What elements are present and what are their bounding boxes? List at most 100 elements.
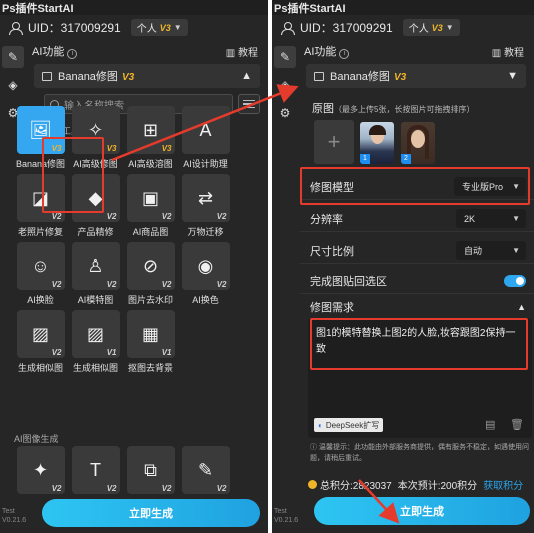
tool-name: AI商品图: [132, 227, 169, 237]
points-estimate: 本次预计:200积分: [397, 480, 478, 492]
tool-name: 图片去水印: [127, 295, 173, 305]
model-dropdown[interactable]: Banana修图 V3 ▼: [306, 64, 526, 88]
design-assistant-icon: A: [199, 119, 212, 140]
request-label: 修图需求: [310, 302, 354, 314]
tool-tile[interactable]: ⊞ V3: [126, 106, 175, 154]
tool-tile[interactable]: ▨ V1: [71, 310, 120, 358]
resolution-row: 分辨率 2K ▼: [300, 206, 534, 232]
persona-label: 个人: [136, 24, 157, 35]
category-image: AI图像生成: [14, 434, 59, 444]
version-label: Test V0.21.6: [274, 508, 299, 524]
info-icon[interactable]: i: [67, 49, 78, 59]
version-badge: V2: [51, 212, 62, 221]
tool-name: AI换脸: [27, 295, 54, 305]
history-icon[interactable]: ▤: [485, 418, 495, 431]
chevron-up-icon[interactable]: ▲: [517, 302, 526, 312]
list-view-button[interactable]: [238, 94, 260, 114]
coin-icon: [308, 479, 317, 489]
persona-select[interactable]: 个人 V3 ▼: [402, 19, 460, 36]
request-row: 修图需求 ▲: [300, 294, 534, 320]
tutorial-link[interactable]: ▥ 教程: [226, 44, 258, 59]
tool-tile[interactable]: ☺ V2: [16, 242, 65, 290]
resolution-select[interactable]: 2K ▼: [456, 209, 526, 228]
tool-tile[interactable]: ▣ V2: [126, 174, 175, 222]
paste-label: 完成图贴回选区: [310, 275, 387, 288]
version-badge: V2: [51, 348, 62, 357]
app-title: Ps插件StartAI: [0, 0, 268, 15]
tool-item[interactable]: ⊞ V3 AI高级溶图: [124, 106, 177, 172]
tutorial-link[interactable]: ▥ 教程: [492, 44, 524, 59]
user-icon: [280, 21, 295, 35]
layers-icon[interactable]: ◈: [2, 74, 24, 96]
tool-tile[interactable]: T V2: [71, 446, 120, 494]
tool-item[interactable]: ♙ V2 AI模特图: [69, 242, 122, 308]
tool-tile[interactable]: ♙ V2: [71, 242, 120, 290]
tool-item[interactable]: ◉ V2 AI换色: [179, 242, 232, 308]
add-image-button[interactable]: +: [314, 120, 354, 164]
no-watermark-icon: ⊘: [142, 255, 159, 276]
trash-icon[interactable]: 🗑: [510, 418, 524, 431]
tool-tile[interactable]: ⊘ V2: [126, 242, 175, 290]
model-badge: V3: [121, 72, 135, 83]
persona-select[interactable]: 个人 V3 ▼: [130, 19, 188, 36]
transfer-icon: ⇄: [197, 187, 214, 208]
tool-item[interactable]: ▨ V2 生成相似图: [14, 310, 67, 376]
deepseek-icon: ◐: [318, 420, 323, 430]
left-panel: Ps插件StartAI UID：317009291 个人 V3 ▼ ✎ ◈ ⚙ …: [0, 0, 268, 533]
tool-item[interactable]: ▨ V1 生成相似图: [69, 310, 122, 376]
points-bar: 总积分:2823037 本次预计:200积分 获取积分: [308, 477, 534, 492]
tool-tile[interactable]: ▨ V2: [16, 310, 65, 358]
image-icon: [314, 72, 324, 81]
user-icon: [8, 21, 23, 35]
ratio-select[interactable]: 自动 ▼: [456, 241, 526, 260]
version-badge: V3: [106, 144, 117, 153]
tool-tile[interactable]: ⇄ V2: [181, 174, 230, 222]
tool-tile[interactable]: ▦ V1: [126, 310, 175, 358]
tool-tile[interactable]: ✦ V2: [16, 446, 65, 494]
tool-tile[interactable]: A: [181, 106, 230, 154]
tool-item[interactable]: A AI设计助理: [179, 106, 232, 172]
similar-image-icon: ▨: [86, 323, 104, 344]
model-row-highlight: [300, 167, 530, 205]
gear-icon[interactable]: ⚙: [274, 102, 296, 124]
tool-item[interactable]: ⇄ V2 万物迁移: [179, 174, 232, 240]
deepseek-button[interactable]: ◐ DeepSeek扩写: [314, 418, 384, 432]
paste-toggle[interactable]: [504, 274, 526, 287]
tool-tile[interactable]: ⧉ V2: [126, 446, 175, 494]
generate-button[interactable]: 立即生成: [314, 497, 530, 525]
model-badge: V3: [393, 72, 407, 83]
layers-icon[interactable]: ◈: [274, 74, 296, 96]
tool-item[interactable]: ⊘ V2 图片去水印: [124, 242, 177, 308]
section-title: AI功能: [304, 46, 337, 58]
cutout-icon: ▦: [141, 323, 159, 344]
info-icon[interactable]: i: [339, 49, 350, 59]
ratio-row: 尺寸比例 自动 ▼: [300, 238, 534, 264]
tool-name: 生成相似图: [72, 363, 118, 373]
tool-name: 生成相似图: [17, 363, 63, 373]
tool-tile[interactable]: ◉ V2: [181, 242, 230, 290]
shopping-bag-icon: ▣: [141, 187, 159, 208]
generate-button[interactable]: 立即生成: [42, 499, 260, 527]
notice-text: ⓘ 温馨提示：此功能由外部服务商提供，偶有服务不稳定，如遇使用问题，请稍后重试。: [310, 442, 532, 464]
tool-item[interactable]: ☺ V2 AI换脸: [14, 242, 67, 308]
source-image-2[interactable]: 2: [401, 122, 435, 164]
model-dropdown[interactable]: Banana修图 V3 ▲: [34, 64, 260, 88]
tool-item[interactable]: ▣ V2 AI商品图: [124, 174, 177, 240]
pen-icon[interactable]: ✎: [274, 46, 296, 68]
thumb-number: 2: [401, 154, 411, 164]
tool-name: 万物迁移: [187, 227, 224, 237]
version-badge: V2: [51, 484, 62, 493]
selected-tool-highlight: [42, 137, 104, 213]
version-badge: V2: [106, 484, 117, 493]
account-bar: UID：317009291 个人 V3 ▼: [0, 15, 268, 40]
tool-tile[interactable]: ✎ V2: [181, 446, 230, 494]
section-header: AI功能 i ▥ 教程: [302, 40, 530, 62]
earn-points-link[interactable]: 获取积分: [483, 477, 523, 492]
tool-name: 老照片修复: [17, 227, 63, 237]
chevron-down-icon: ▼: [507, 70, 518, 82]
image-to-image-icon: ⧉: [144, 459, 157, 480]
source-image-1[interactable]: 1: [360, 122, 394, 164]
tool-item[interactable]: ▦ V1 抠图去背景: [124, 310, 177, 376]
pen-icon[interactable]: ✎: [2, 46, 24, 68]
notice-content: 温馨提示：此功能由外部服务商提供，偶有服务不稳定，如遇使用问题，请稍后重试。: [310, 444, 529, 462]
